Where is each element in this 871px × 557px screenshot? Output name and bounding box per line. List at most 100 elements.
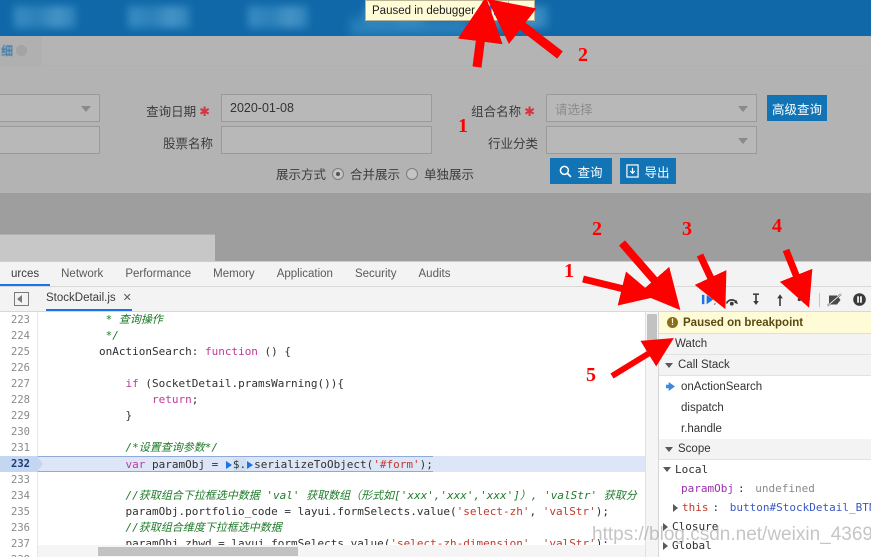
code-token: (SocketDetail.pramsWarning()){: [138, 377, 345, 390]
close-icon[interactable]: [16, 45, 28, 56]
editor-vscroll-thumb[interactable]: [647, 314, 657, 342]
scope-group-local[interactable]: Local: [659, 460, 871, 479]
code-line[interactable]: 227 if (SocketDetail.pramsWarning()){: [0, 376, 645, 392]
property-name: paramObj: [681, 482, 734, 495]
call-stack-frame-current[interactable]: onActionSearch: [659, 376, 871, 397]
portfolio-name-select[interactable]: 请选择: [546, 94, 757, 122]
code-text: //获取组合下拉框选中数据 'val' 获取数组（形式如['xxx','xxx'…: [38, 488, 636, 504]
advanced-search-button[interactable]: 高级查询: [767, 95, 827, 121]
deactivate-breakpoints-button[interactable]: [823, 288, 847, 312]
editor-hscroll-thumb[interactable]: [98, 547, 298, 556]
annotation-number-2-top: 2: [578, 44, 588, 66]
code-text: //获取组合维度下拉框选中数据: [38, 520, 281, 536]
line-number[interactable]: 224: [0, 328, 38, 344]
step-over-icon: [515, 10, 528, 17]
code-line[interactable]: 235 paramObj.portfolio_code = layui.form…: [0, 504, 645, 520]
call-stack-section-header[interactable]: Call Stack: [659, 355, 871, 376]
line-number[interactable]: 223: [0, 312, 38, 328]
code-line-highlighted[interactable]: 232 var paramObj = $. serializeToObject('…: [0, 456, 645, 472]
code-line[interactable]: 230: [0, 424, 645, 440]
left-select-clipped[interactable]: [0, 94, 100, 122]
nav-item-redacted-3[interactable]: [248, 6, 308, 28]
file-tab-stockdetail-js[interactable]: StockDetail.js ✕: [46, 287, 132, 311]
pause-on-exceptions-button[interactable]: [847, 288, 871, 312]
watch-section-header[interactable]: Watch: [659, 334, 871, 355]
call-stack-frame[interactable]: dispatch: [659, 397, 871, 418]
editor-vertical-scrollbar[interactable]: [645, 312, 658, 557]
code-line[interactable]: 231 /*设置查询参数*/: [0, 440, 645, 456]
scope-section-header[interactable]: Scope: [659, 439, 871, 460]
scope-group-closure[interactable]: Closure: [659, 517, 871, 536]
show-navigator-icon[interactable]: [14, 292, 29, 306]
tab-network[interactable]: Network: [50, 262, 114, 286]
editor-horizontal-scrollbar[interactable]: [38, 545, 645, 557]
line-number[interactable]: 229: [0, 408, 38, 424]
code-line[interactable]: 228 return;: [0, 392, 645, 408]
line-number[interactable]: 230: [0, 424, 38, 440]
nav-item-redacted-2[interactable]: [128, 6, 190, 28]
overlay-resume-button[interactable]: [481, 1, 508, 20]
line-number[interactable]: 237: [0, 536, 38, 552]
step-button[interactable]: [792, 288, 816, 312]
radio-separate-display-label: 单独展示: [424, 168, 475, 182]
overlay-step-over-button[interactable]: [507, 1, 534, 20]
line-number[interactable]: 235: [0, 504, 38, 520]
tab-security[interactable]: Security: [344, 262, 408, 286]
radio-merged-display[interactable]: [332, 167, 345, 180]
stock-name-input[interactable]: [221, 126, 432, 154]
query-form-panel: 查询日期 ✱ 2020-01-08 股票名称 组合名称 ✱ 请选择 高级查询 行业分…: [0, 66, 871, 193]
code-line[interactable]: 224 */: [0, 328, 645, 344]
code-token: /*设置查询参数*/: [46, 441, 218, 454]
query-date-input[interactable]: 2020-01-08: [221, 94, 432, 122]
chevron-down-icon: [738, 106, 748, 112]
call-stack-frame[interactable]: r.handle: [659, 418, 871, 439]
search-button[interactable]: 查询: [550, 158, 612, 184]
tab-sources[interactable]: urces: [0, 262, 51, 286]
step-into-button[interactable]: [744, 288, 768, 312]
code-line[interactable]: 223 * 查询操作: [0, 312, 645, 328]
line-number[interactable]: 232: [0, 456, 43, 472]
paused-in-debugger-overlay: Paused in debugger: [365, 0, 535, 21]
line-number[interactable]: 234: [0, 488, 38, 504]
line-number[interactable]: 226: [0, 360, 38, 376]
code-line[interactable]: 225 onActionSearch: function () {: [0, 344, 645, 360]
code-token: 'select-zh': [456, 505, 530, 518]
scope-property-paramobj[interactable]: paramObj: undefined: [659, 479, 871, 498]
page-tab-strip: 细: [0, 36, 871, 66]
chevron-down-icon: [665, 362, 673, 368]
radio-separate-display[interactable]: [406, 167, 419, 180]
close-icon[interactable]: ✕: [123, 286, 132, 310]
tab-application[interactable]: Application: [266, 262, 344, 286]
resume-button[interactable]: [696, 288, 720, 312]
line-number[interactable]: 231: [0, 440, 38, 456]
left-input-clipped[interactable]: [0, 126, 100, 154]
code-line[interactable]: 229 }: [0, 408, 645, 424]
export-button[interactable]: 导出: [620, 158, 676, 184]
nav-item-redacted-1[interactable]: [14, 6, 76, 28]
code-line[interactable]: 236 //获取组合维度下拉框选中数据: [0, 520, 645, 536]
line-number[interactable]: 228: [0, 392, 38, 408]
code-line[interactable]: 226: [0, 360, 645, 376]
tab-performance[interactable]: Performance: [114, 262, 202, 286]
industry-category-select[interactable]: [546, 126, 757, 154]
line-number[interactable]: 236: [0, 520, 38, 536]
deactivate-breakpoints-icon: [826, 293, 842, 306]
tab-audits[interactable]: Audits: [408, 262, 462, 286]
code-line[interactable]: 233: [0, 472, 645, 488]
tab-memory[interactable]: Memory: [202, 262, 266, 286]
line-number[interactable]: 233: [0, 472, 38, 488]
code-line[interactable]: 234 //获取组合下拉框选中数据 'val' 获取数组（形式如['xxx','…: [0, 488, 645, 504]
chevron-down-icon: [663, 467, 671, 472]
line-number[interactable]: 227: [0, 376, 38, 392]
page-tab-active[interactable]: 细: [0, 36, 42, 65]
step-out-button[interactable]: [768, 288, 792, 312]
line-number[interactable]: 225: [0, 344, 38, 360]
source-code-editor[interactable]: 223 * 查询操作 224 */225 onActionSearch: func…: [0, 312, 645, 557]
scope-property-this[interactable]: this: button#StockDetail_BTN_se: [659, 498, 871, 517]
scope-group-global[interactable]: Global: [659, 536, 871, 555]
line-number[interactable]: 238: [0, 552, 38, 557]
code-token: if: [125, 377, 139, 390]
step-over-button[interactable]: [720, 288, 744, 312]
